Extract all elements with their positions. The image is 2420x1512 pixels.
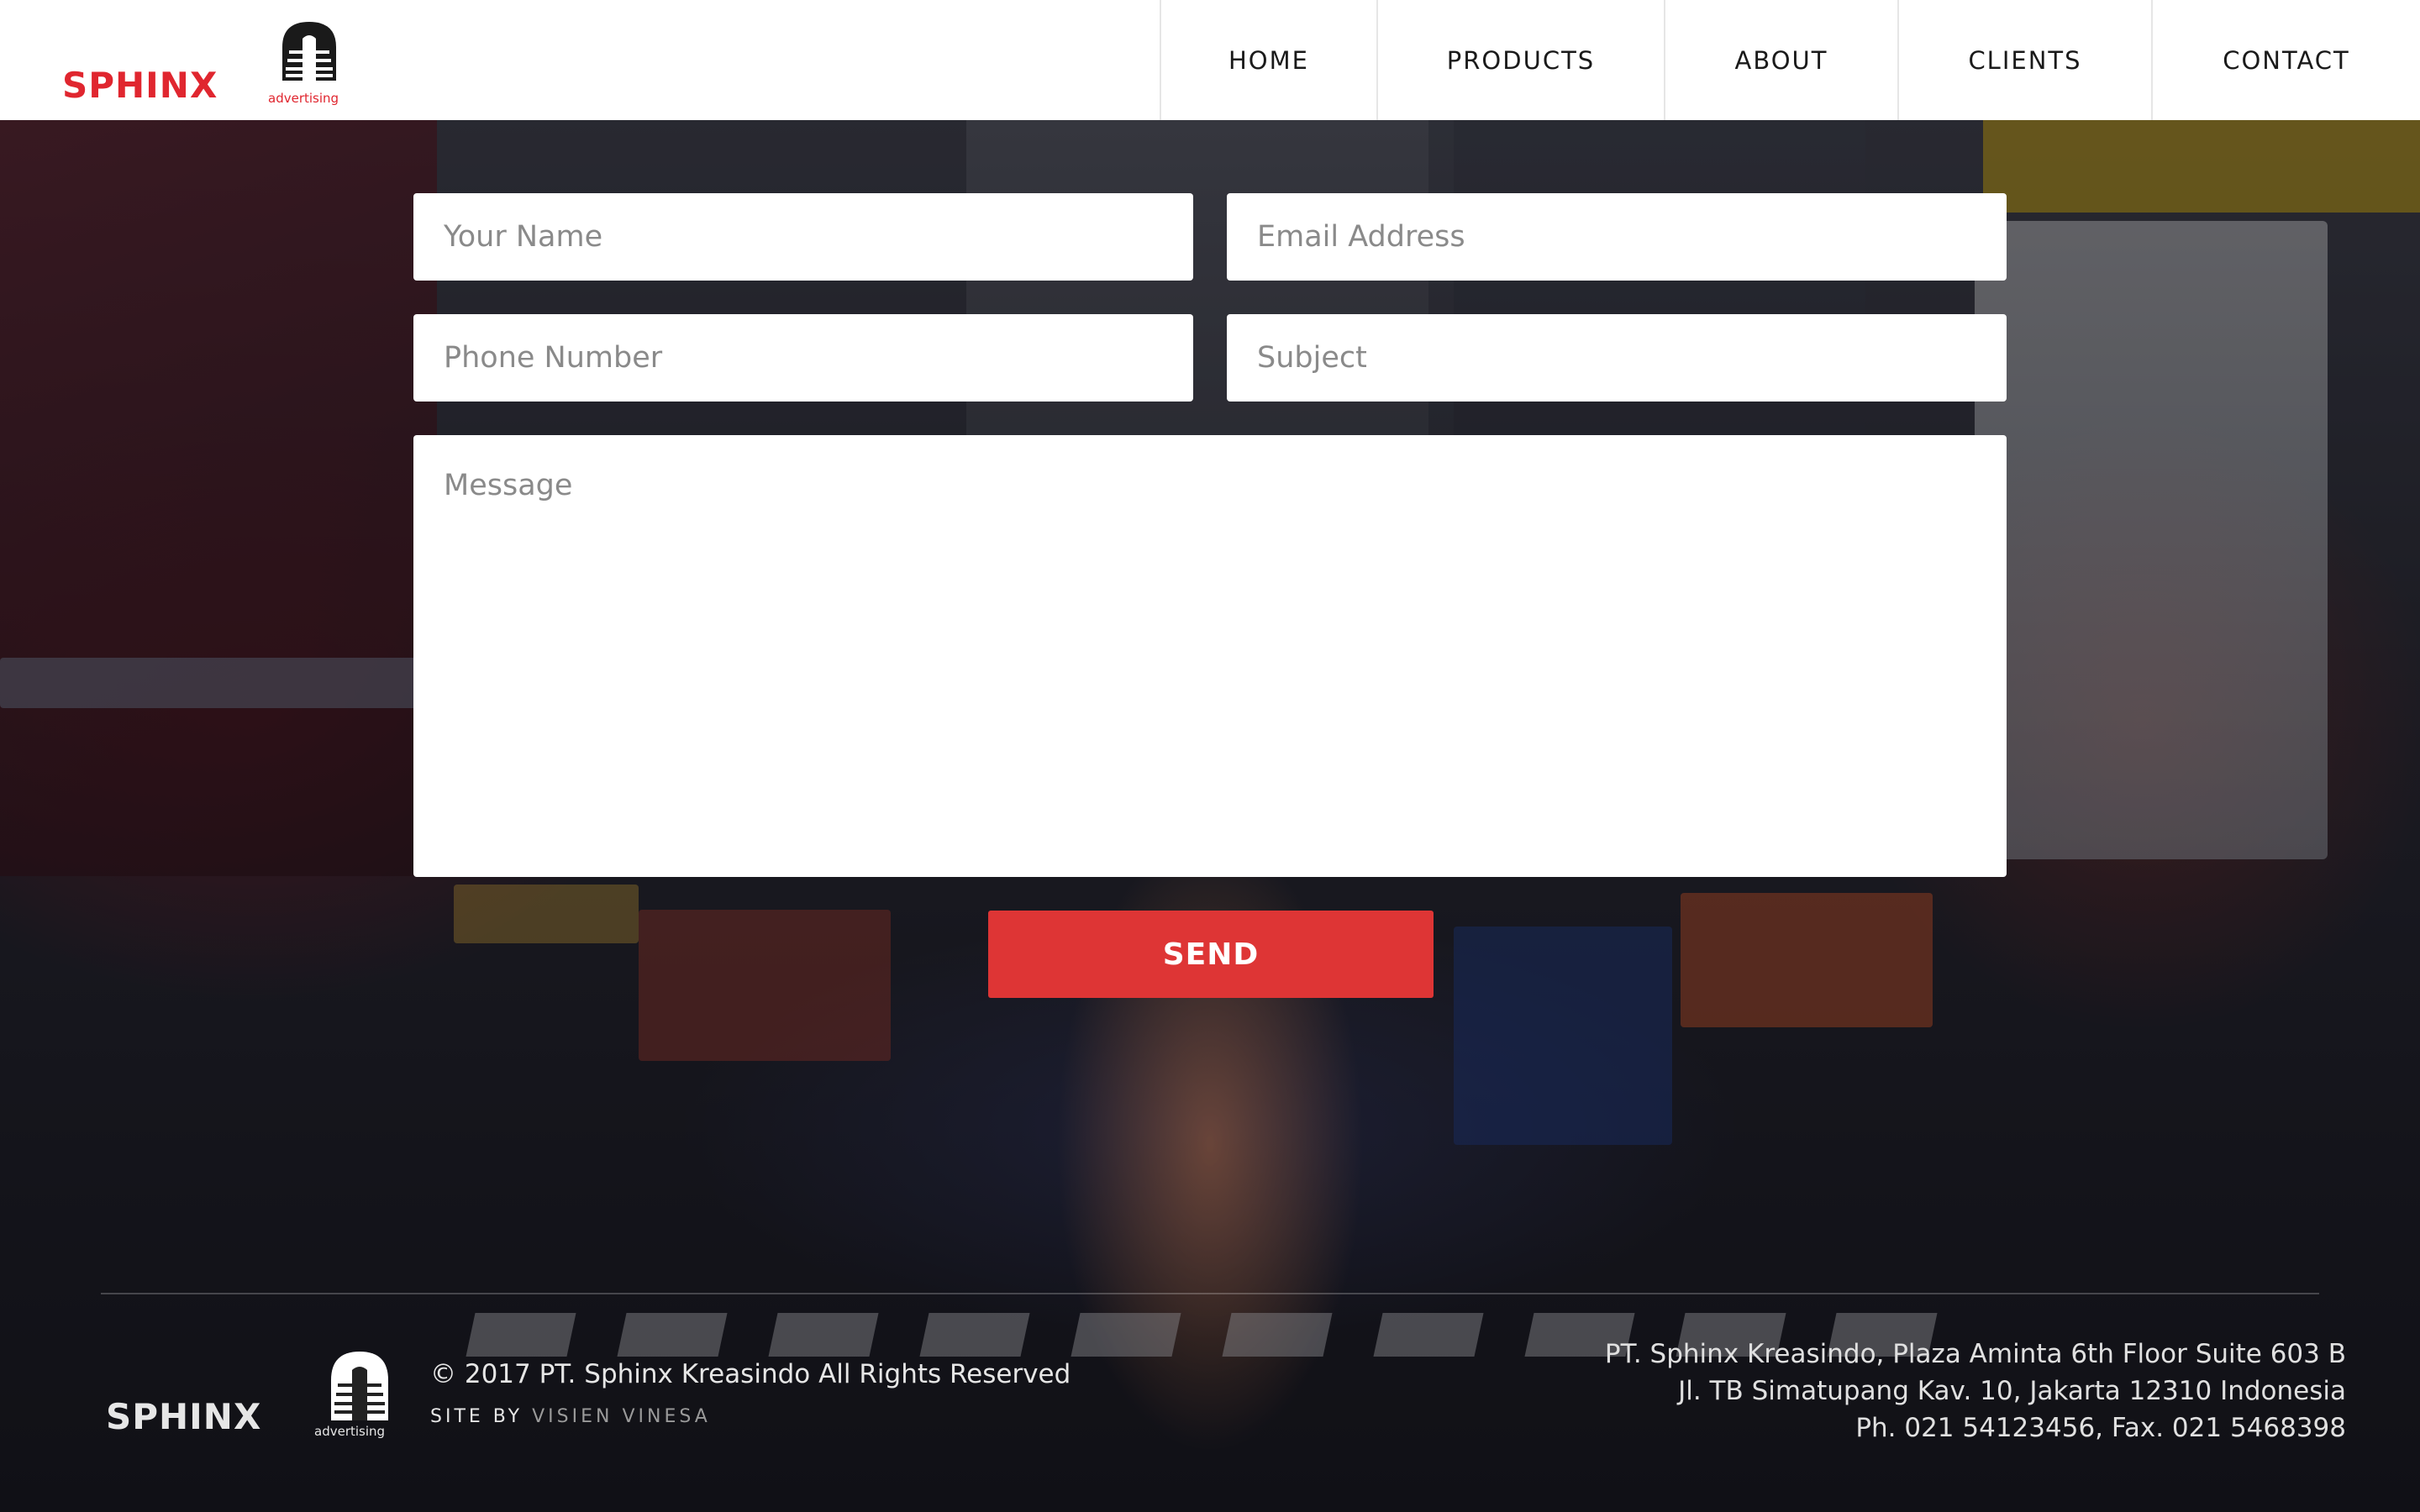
footer-logo-tagline: advertising (314, 1424, 385, 1439)
nav-home[interactable]: HOME (1160, 0, 1376, 120)
nav-contact[interactable]: CONTACT (2151, 0, 2420, 120)
email-field[interactable]: Email Address (1227, 193, 2007, 281)
footer-logo[interactable]: SPHINX advertising (106, 1348, 396, 1441)
sphinx-dome-icon (282, 22, 336, 81)
subject-field[interactable]: Subject (1227, 314, 2007, 402)
site-header: SPHINX advertising HOME PRODUCTS ABOUT C… (0, 0, 2420, 120)
nav-about[interactable]: ABOUT (1664, 0, 1897, 120)
nav-products[interactable]: PRODUCTS (1376, 0, 1664, 120)
copyright-text: © 2017 PT. Sphinx Kreasindo All Rights R… (430, 1359, 1071, 1389)
site-by: SITE BY VISIEN VINESA (430, 1406, 711, 1427)
name-field[interactable]: Your Name (413, 193, 1193, 281)
address-line: PT. Sphinx Kreasindo, Plaza Aminta 6th F… (1604, 1339, 2346, 1369)
site-by-label: SITE BY (430, 1406, 523, 1427)
company-address: PT. Sphinx Kreasindo, Plaza Aminta 6th F… (1605, 1336, 2346, 1446)
sphinx-dome-icon (331, 1352, 388, 1420)
phone-fax-line: Ph. 021 54123456, Fax. 021 5468398 (1855, 1413, 2346, 1443)
footer-divider (101, 1293, 2319, 1294)
nav-clients[interactable]: CLIENTS (1897, 0, 2151, 120)
site-by-credit-link[interactable]: VISIEN VINESA (532, 1406, 711, 1427)
footer-logo-wordmark: SPHINX (106, 1396, 261, 1437)
main-nav: HOME PRODUCTS ABOUT CLIENTS CONTACT (1160, 0, 2420, 120)
message-textarea[interactable]: Message (413, 435, 2007, 877)
logo-wordmark: SPHINX (62, 65, 218, 106)
phone-field[interactable]: Phone Number (413, 314, 1193, 402)
send-button[interactable]: SEND (988, 911, 1434, 998)
address-line: Jl. TB Simatupang Kav. 10, Jakarta 12310… (1678, 1376, 2346, 1406)
sphinx-logo[interactable]: SPHINX advertising (62, 22, 348, 106)
logo-tagline: advertising (268, 91, 339, 106)
